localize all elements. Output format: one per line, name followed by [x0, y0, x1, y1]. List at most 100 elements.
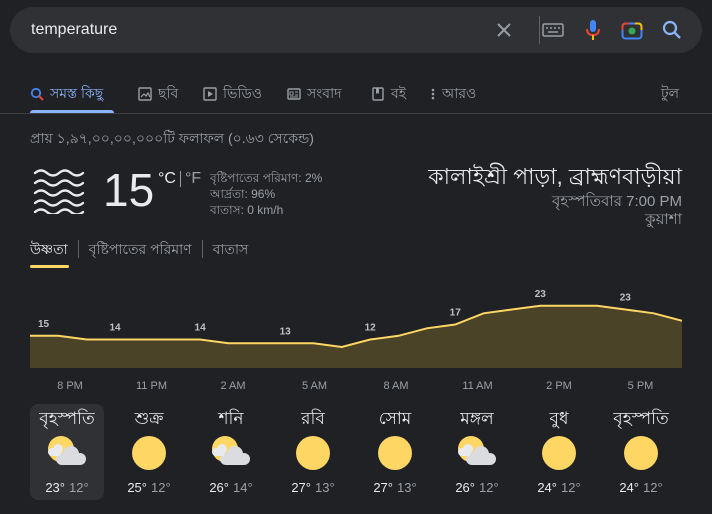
- forecast-temps: 25° 12°: [112, 480, 186, 495]
- chart-data-label: 17: [450, 308, 462, 319]
- forecast-day[interactable]: মঙ্গল 26° 12°: [440, 404, 514, 500]
- search-icon[interactable]: [660, 18, 684, 42]
- clear-icon[interactable]: [492, 18, 516, 42]
- active-subtab-indicator: [30, 265, 69, 268]
- fog-icon: [33, 168, 85, 219]
- current-temperature: 15: [103, 164, 155, 216]
- partly-cloudy-icon: [44, 434, 90, 475]
- chart-tick-label: 5 PM: [627, 380, 654, 392]
- chart-data-label: 23: [535, 290, 547, 300]
- forecast-low: 13°: [315, 480, 335, 495]
- forecast-low: 12°: [69, 480, 89, 495]
- unit-celsius[interactable]: °C: [158, 170, 176, 188]
- unit-divider: [180, 171, 181, 187]
- forecast-day[interactable]: সোম 27° 13°: [358, 404, 432, 500]
- forecast-low: 12°: [561, 480, 581, 495]
- sunny-icon: [130, 434, 168, 477]
- search-input[interactable]: temperature: [31, 21, 117, 39]
- tools-label: টুল: [661, 85, 680, 101]
- tab-label: ভিডিও: [223, 85, 263, 101]
- tab-images[interactable]: ছবি: [138, 82, 178, 106]
- forecast-day-name: বৃহস্পতি: [39, 409, 95, 428]
- humidity-text: আর্দ্রতা: 96%: [210, 187, 276, 201]
- partly-cloudy-icon: [454, 434, 500, 475]
- forecast-day-name: সোম: [378, 409, 412, 428]
- forecast-low: 12°: [151, 480, 171, 495]
- weather-details: বৃষ্টিপাতের পরিমাণ: 2% আর্দ্রতা: 96% বাত…: [210, 170, 322, 218]
- results-count: প্রায় ১,৯৭,০০,০০,০০০টি ফলাফল (০.৬৩ সেকে…: [30, 130, 314, 146]
- tab-books[interactable]: বই: [371, 82, 406, 106]
- tab-news[interactable]: সংবাদ: [287, 82, 341, 106]
- image-icon: [138, 87, 152, 101]
- chart-data-label: 23: [620, 293, 632, 304]
- forecast-high: 25°: [127, 480, 147, 495]
- forecast-day-name: শুক্র: [134, 409, 164, 428]
- chart-tick-label: 2 PM: [546, 380, 572, 392]
- tab-more[interactable]: আরও: [430, 82, 476, 106]
- search-tabs: সমস্ত কিছু ছবি ভিডিও সংবাদ বই আরও টুল: [0, 78, 712, 114]
- sunny-icon: [376, 434, 414, 477]
- chart-area-fill: [30, 305, 682, 368]
- forecast-high: 24°: [619, 480, 639, 495]
- forecast-low: 13°: [397, 480, 417, 495]
- microphone-icon[interactable]: [581, 18, 605, 42]
- chart-data-label: 14: [109, 323, 121, 334]
- forecast-day-name: বুধ: [549, 409, 569, 428]
- camera-lens-icon[interactable]: [620, 18, 644, 42]
- chart-tick-label: 2 AM: [220, 380, 246, 392]
- forecast-high: 24°: [537, 480, 557, 495]
- forecast-day[interactable]: শুক্র 25° 12°: [112, 404, 186, 500]
- sunny-icon: [622, 434, 660, 477]
- chart-time-axis: 8 PM 11 PM 2 AM 5 AM 8 AM 11 AM 2 PM 5 PM: [30, 380, 682, 394]
- forecast-high: 26°: [209, 480, 229, 495]
- forecast-day-name: বৃহস্পতি: [613, 409, 669, 428]
- tab-label: ছবি: [158, 85, 179, 101]
- forecast-high: 27°: [291, 480, 311, 495]
- forecast-temps: 24° 12°: [604, 480, 678, 495]
- chart-data-label: 13: [280, 326, 292, 337]
- tab-videos[interactable]: ভিডিও: [203, 82, 262, 106]
- sunny-icon: [540, 434, 578, 477]
- forecast-temps: 26° 14°: [194, 480, 268, 495]
- forecast-temps: 24° 12°: [522, 480, 596, 495]
- search-bar: temperature: [10, 7, 702, 53]
- forecast-low: 14°: [233, 480, 253, 495]
- forecast-high: 27°: [373, 480, 393, 495]
- keyboard-icon[interactable]: [541, 18, 565, 42]
- forecast-day[interactable]: শনি 26° 14°: [194, 404, 268, 500]
- unit-fahrenheit[interactable]: °F: [185, 170, 201, 188]
- chart-data-label: 14: [195, 323, 207, 334]
- more-vert-icon: [431, 88, 435, 100]
- forecast-day-name: মঙ্গল: [460, 409, 494, 428]
- sunny-icon: [294, 434, 332, 477]
- forecast-day-name: রবি: [301, 409, 325, 428]
- forecast-day[interactable]: রবি 27° 13°: [276, 404, 350, 500]
- chart-tick-label: 11 AM: [462, 380, 493, 392]
- chart-tick-label: 5 AM: [301, 380, 328, 392]
- daily-forecast: বৃহস্পতি 23° 12° শুক্র 25° 12° শনি 26° 14° রবি 27°…: [30, 404, 682, 500]
- temperature-chart: 15 14 14 13 12 17 23 23: [30, 290, 682, 368]
- forecast-day[interactable]: বুধ 24° 12°: [522, 404, 596, 500]
- chart-tick-label: 11 PM: [136, 380, 167, 392]
- forecast-low: 12°: [479, 480, 499, 495]
- search-divider: [539, 16, 540, 44]
- tab-all[interactable]: সমস্ত কিছু: [30, 82, 103, 106]
- forecast-high: 23°: [45, 480, 65, 495]
- subtab-wind[interactable]: বাতাস: [213, 240, 259, 258]
- news-icon: [287, 88, 301, 100]
- forecast-day[interactable]: বৃহস্পতি 23° 12°: [30, 404, 104, 500]
- subtab-temperature[interactable]: উষ্ণতা: [30, 240, 79, 258]
- tools-button[interactable]: টুল: [661, 82, 679, 106]
- forecast-temps: 27° 13°: [358, 480, 432, 495]
- tab-label: সংবাদ: [307, 85, 342, 101]
- book-icon: [372, 87, 384, 101]
- chart-data-label: 15: [38, 319, 50, 330]
- precipitation-text: বৃষ্টিপাতের পরিমাণ: 2%: [210, 171, 323, 185]
- subtab-precipitation[interactable]: বৃষ্টিপাতের পরিমাণ: [89, 240, 203, 258]
- weather-subtabs: উষ্ণতা বৃষ্টিপাতের পরিমাণ বাতাস: [30, 240, 268, 264]
- chart-tick-label: 8 PM: [57, 380, 83, 392]
- forecast-high: 26°: [455, 480, 475, 495]
- chart-data-label: 12: [365, 323, 377, 334]
- forecast-day[interactable]: বৃহস্পতি 24° 12°: [604, 404, 678, 500]
- forecast-low: 12°: [643, 480, 663, 495]
